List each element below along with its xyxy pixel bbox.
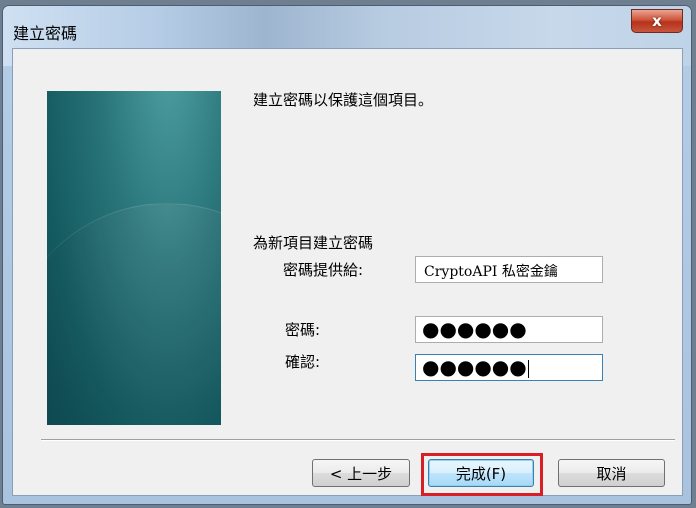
- close-icon: x: [652, 12, 662, 30]
- password-input[interactable]: ●●●●●●: [415, 316, 603, 343]
- create-password-dialog: 建立密碼 x 建立密碼以保護這個項目。 為新項目建立密碼 密碼提供給: Cryp…: [2, 5, 692, 505]
- confirm-password-value: ●●●●●●: [422, 355, 527, 379]
- confirm-password-input[interactable]: ●●●●●●: [415, 354, 603, 381]
- dialog-body: 建立密碼以保護這個項目。 為新項目建立密碼 密碼提供給: CryptoAPI 私…: [12, 48, 683, 496]
- password-label: 密碼:: [285, 321, 321, 339]
- confirm-label: 確認:: [285, 353, 321, 371]
- text-caret: [527, 359, 529, 378]
- cancel-button[interactable]: 取消: [558, 459, 665, 487]
- finish-button-highlight: [421, 453, 543, 496]
- provider-label: 密碼提供給:: [283, 261, 364, 279]
- footer-divider: [41, 439, 675, 441]
- close-button[interactable]: x: [631, 9, 683, 33]
- section-label: 為新項目建立密碼: [253, 234, 374, 252]
- provider-field: CryptoAPI 私密金鑰: [415, 256, 603, 283]
- wizard-side-graphic: [47, 91, 221, 425]
- window-title: 建立密碼: [13, 24, 78, 43]
- instruction-heading: 建立密碼以保護這個項目。: [253, 91, 434, 109]
- back-button[interactable]: < 上一步: [312, 459, 410, 487]
